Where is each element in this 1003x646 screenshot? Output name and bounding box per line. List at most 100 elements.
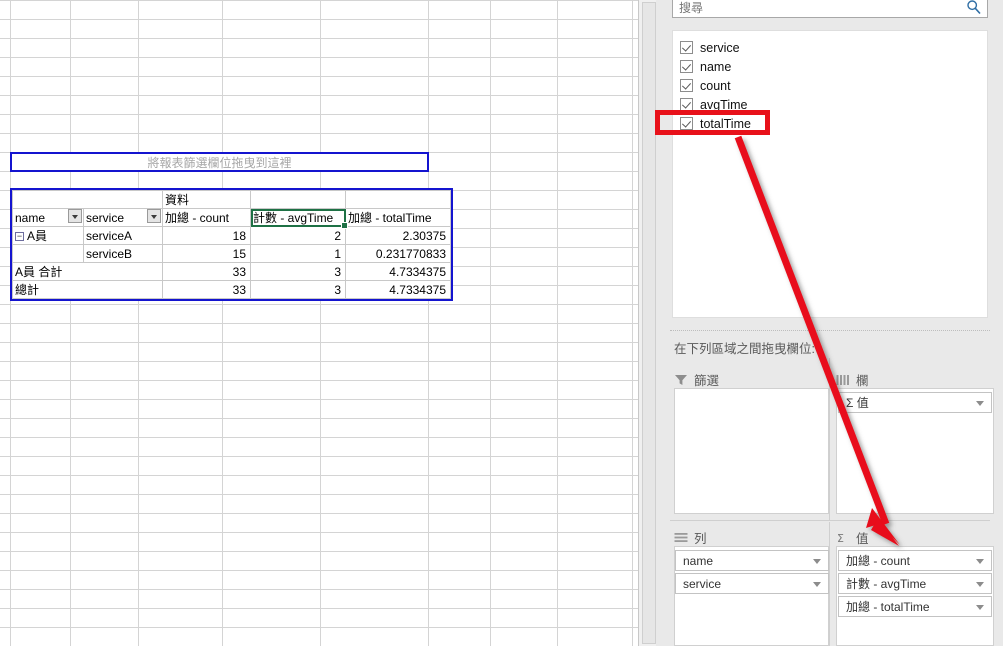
corner-blank-2 bbox=[67, 190, 84, 209]
zone-vertical-divider-bottom bbox=[829, 522, 830, 646]
zone-title-columns: 欄 bbox=[836, 370, 869, 389]
search-input[interactable] bbox=[677, 0, 961, 19]
zone-filters-dropzone[interactable] bbox=[674, 388, 829, 514]
field-item-count[interactable]: count bbox=[673, 76, 987, 95]
zone-label: 欄 bbox=[856, 374, 869, 388]
checkbox-icon[interactable] bbox=[680, 117, 693, 130]
report-filter-dropzone[interactable]: 將報表篩選欄位拖曳到這裡 bbox=[10, 152, 429, 172]
chevron-down-icon[interactable] bbox=[976, 582, 984, 587]
zone-horizontal-divider bbox=[670, 520, 990, 521]
zone-values-dropzone[interactable]: 加總 - count 計數 - avgTime 加總 - totalTime bbox=[836, 546, 994, 646]
zone-title-rows: 列 bbox=[674, 528, 707, 547]
zone-label: 值 bbox=[856, 532, 869, 546]
corner-blank-1 bbox=[12, 190, 68, 209]
pivot-cell-avgtime-0: 2 bbox=[250, 226, 346, 245]
pivot-subtotal-avgtime: 3 bbox=[250, 262, 346, 281]
field-list[interactable]: service name count avgTime totalTime bbox=[672, 30, 988, 318]
pivot-filter-button-service[interactable] bbox=[146, 208, 163, 227]
field-pill-name[interactable]: name bbox=[675, 550, 829, 571]
field-label: name bbox=[700, 59, 732, 74]
rows-icon bbox=[674, 532, 688, 542]
field-pill-values[interactable]: Σ 值 bbox=[838, 392, 992, 413]
zone-rows-dropzone[interactable]: name service bbox=[674, 546, 829, 646]
zones-caption: 在下列區域之間拖曳欄位: bbox=[674, 342, 815, 356]
pivot-cell-totaltime-1: 0.231770833 bbox=[345, 244, 451, 263]
app-root: 將報表篩選欄位拖曳到這裡 資料 name service 加總 - count … bbox=[0, 0, 1003, 646]
search-icon[interactable] bbox=[966, 0, 982, 15]
pivot-subtotal-totaltime: 4.7334375 bbox=[345, 262, 451, 281]
sheet-vertical-scrollbar[interactable] bbox=[638, 0, 658, 646]
corner-blank-5 bbox=[250, 190, 346, 209]
field-item-service[interactable]: service bbox=[673, 38, 987, 57]
pivot-cell-avgtime-1: 1 bbox=[250, 244, 346, 263]
chevron-down-icon[interactable] bbox=[976, 559, 984, 564]
pivot-value-header-totaltime: 加總 - totalTime bbox=[345, 208, 451, 227]
table-row: − A員 serviceA 18 2 2.30375 bbox=[12, 226, 451, 245]
field-pill-label: 計數 - avgTime bbox=[846, 577, 927, 591]
pivot-row-header-name: name bbox=[12, 208, 68, 227]
field-label: service bbox=[700, 40, 740, 55]
corner-blank-6 bbox=[345, 190, 451, 209]
scrollbar-thumb[interactable] bbox=[642, 2, 656, 644]
pivot-field-pane: service name count avgTime totalTime 在下列… bbox=[656, 0, 1003, 646]
pivot-row-service-0: serviceA bbox=[83, 226, 163, 245]
field-label: totalTime bbox=[700, 116, 751, 131]
field-pill-label: 加總 - totalTime bbox=[846, 600, 930, 614]
svg-text:Σ: Σ bbox=[837, 532, 844, 544]
field-label: avgTime bbox=[700, 97, 748, 112]
chevron-down-icon[interactable] bbox=[813, 559, 821, 564]
pivot-row-name-label: A員 bbox=[27, 229, 48, 243]
pivot-value-header-count: 加總 - count bbox=[162, 208, 251, 227]
corner-blank-4 bbox=[146, 190, 163, 209]
zone-columns-dropzone[interactable]: Σ 值 bbox=[836, 388, 994, 514]
columns-icon bbox=[836, 374, 849, 385]
chevron-down-icon[interactable] bbox=[147, 209, 162, 223]
pivot-cell-count-0: 18 bbox=[162, 226, 251, 245]
chevron-down-icon[interactable] bbox=[68, 209, 83, 223]
checkbox-icon[interactable] bbox=[680, 41, 693, 54]
pivot-grandtotal-totaltime: 4.7334375 bbox=[345, 280, 451, 299]
checkbox-icon[interactable] bbox=[680, 60, 693, 73]
pane-divider bbox=[670, 330, 990, 331]
search-box[interactable] bbox=[672, 0, 988, 19]
pivot-cell-count-1: 15 bbox=[162, 244, 251, 263]
pivot-table[interactable]: 資料 name service 加總 - count 計數 - avgTime bbox=[10, 188, 453, 301]
field-item-name[interactable]: name bbox=[673, 57, 987, 76]
field-pill-sum-totaltime[interactable]: 加總 - totalTime bbox=[838, 596, 992, 617]
field-pill-label: name bbox=[683, 553, 714, 568]
zone-label: 篩選 bbox=[694, 374, 720, 388]
field-item-avgtime[interactable]: avgTime bbox=[673, 95, 987, 114]
corner-blank-3 bbox=[83, 190, 147, 209]
field-pill-label: Σ 值 bbox=[846, 396, 869, 410]
pivot-grandtotal-label: 總計 bbox=[12, 280, 163, 299]
zone-title-values: Σ 值 bbox=[836, 528, 869, 547]
pivot-grandtotal-row: 總計 33 3 4.7334375 bbox=[12, 280, 451, 299]
zone-vertical-divider-top bbox=[829, 358, 830, 520]
pivot-filter-button-name[interactable] bbox=[67, 208, 84, 227]
pivot-data-corner-row: 資料 bbox=[12, 190, 451, 209]
pivot-header-row: name service 加總 - count 計數 - avgTime 加總 … bbox=[12, 208, 451, 230]
zone-label: 列 bbox=[694, 532, 707, 546]
checkbox-icon[interactable] bbox=[680, 98, 693, 111]
pivot-row-service-1: serviceB bbox=[83, 244, 163, 263]
field-pill-count-avgtime[interactable]: 計數 - avgTime bbox=[838, 573, 992, 594]
pivot-row-name-1 bbox=[12, 244, 84, 263]
spreadsheet-grid[interactable]: 將報表篩選欄位拖曳到這裡 資料 name service 加總 - count … bbox=[0, 0, 638, 646]
funnel-icon bbox=[675, 374, 687, 385]
field-item-totaltime[interactable]: totalTime bbox=[673, 114, 987, 133]
chevron-down-icon[interactable] bbox=[976, 401, 984, 406]
chevron-down-icon[interactable] bbox=[976, 605, 984, 610]
field-pill-sum-count[interactable]: 加總 - count bbox=[838, 550, 992, 571]
checkbox-icon[interactable] bbox=[680, 79, 693, 92]
pivot-subtotal-row: A員 合計 33 3 4.7334375 bbox=[12, 262, 451, 281]
pivot-grandtotal-avgtime: 3 bbox=[250, 280, 346, 299]
pivot-row-name-0[interactable]: − A員 bbox=[12, 226, 84, 245]
sigma-icon: Σ bbox=[837, 532, 844, 544]
table-row: serviceB 15 1 0.231770833 bbox=[12, 244, 451, 263]
chevron-down-icon[interactable] bbox=[813, 582, 821, 587]
pivot-subtotal-count: 33 bbox=[162, 262, 251, 281]
field-pill-service[interactable]: service bbox=[675, 573, 829, 594]
pivot-data-label: 資料 bbox=[162, 190, 251, 209]
collapse-icon[interactable]: − bbox=[15, 232, 24, 242]
pivot-value-header-avgtime[interactable]: 計數 - avgTime bbox=[250, 208, 349, 230]
